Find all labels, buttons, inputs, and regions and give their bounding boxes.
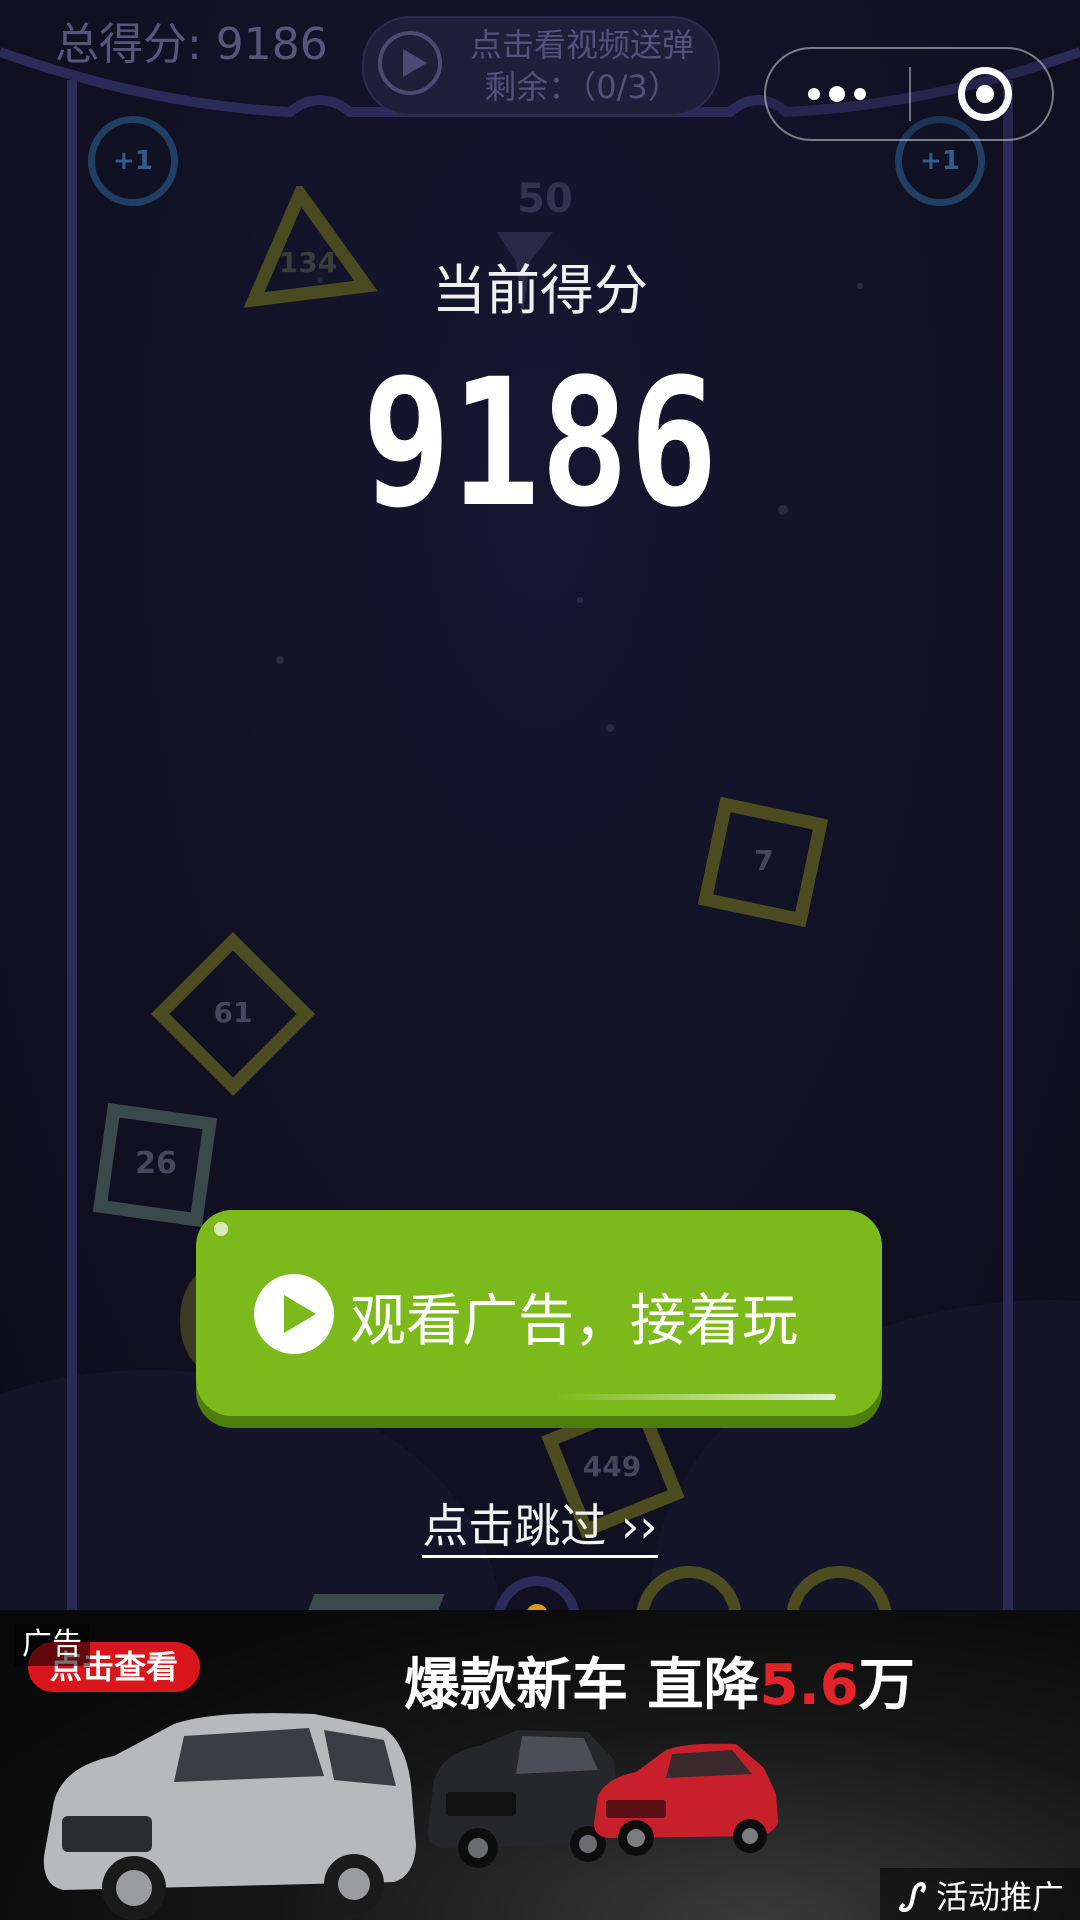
total-score: 总得分: 9186 [55, 19, 328, 70]
svg-text:9186: 9186 [362, 370, 718, 520]
plus-one-pickup: +1 [88, 116, 178, 206]
promo-label[interactable]: 活动推广 [936, 1872, 1064, 1918]
link-icon [899, 1881, 926, 1913]
triangle-block [305, 1594, 445, 1610]
video-ammo-text: 点击看视频送弹 剩余：（0/3） [469, 26, 694, 106]
banner-headline: 爆款新车 直降5.6万 [404, 1653, 915, 1718]
game-canvas[interactable]: 总得分: 9186 点击看视频送弹 剩余：（0/3） +1 +1 50 134 … [0, 0, 1080, 1610]
ad-tag: 广告 [14, 1624, 90, 1666]
more-dots-icon[interactable] [808, 49, 866, 139]
watch-ad-button-label: 观看广告，接着玩 [350, 1289, 798, 1354]
capsule-divider [909, 67, 911, 121]
car-image-silver-suv [43, 1713, 416, 1920]
banner-ad[interactable]: 点击查看 广告 爆款新车 直降5.6万 活动推广 [0, 1610, 1080, 1920]
current-score-label: 当前得分 [432, 259, 648, 322]
ball-count: 50 [517, 176, 573, 222]
watch-ad-continue-button[interactable]: 观看广告，接着玩 [196, 1210, 882, 1416]
button-shine [556, 1394, 836, 1400]
target-close-icon[interactable] [958, 67, 1012, 121]
play-icon [378, 31, 442, 95]
watch-video-ammo-button[interactable]: 点击看视频送弹 剩余：（0/3） [362, 16, 720, 116]
button-shine [214, 1222, 228, 1236]
car-image-red-sedan [594, 1743, 778, 1856]
mini-program-capsule [764, 47, 1054, 141]
diamond-block-value: 61 [213, 996, 253, 1029]
current-score-display: 9186 [362, 370, 718, 520]
skip-link-label[interactable]: 点击跳过 ›› [422, 1499, 658, 1558]
square-block-value: 449 [582, 1450, 642, 1483]
skip-link[interactable]: 点击跳过 ›› [0, 1490, 1080, 1558]
square-block-value: 26 [135, 1146, 177, 1181]
square-block-value: 7 [754, 844, 774, 877]
play-icon [254, 1274, 334, 1354]
